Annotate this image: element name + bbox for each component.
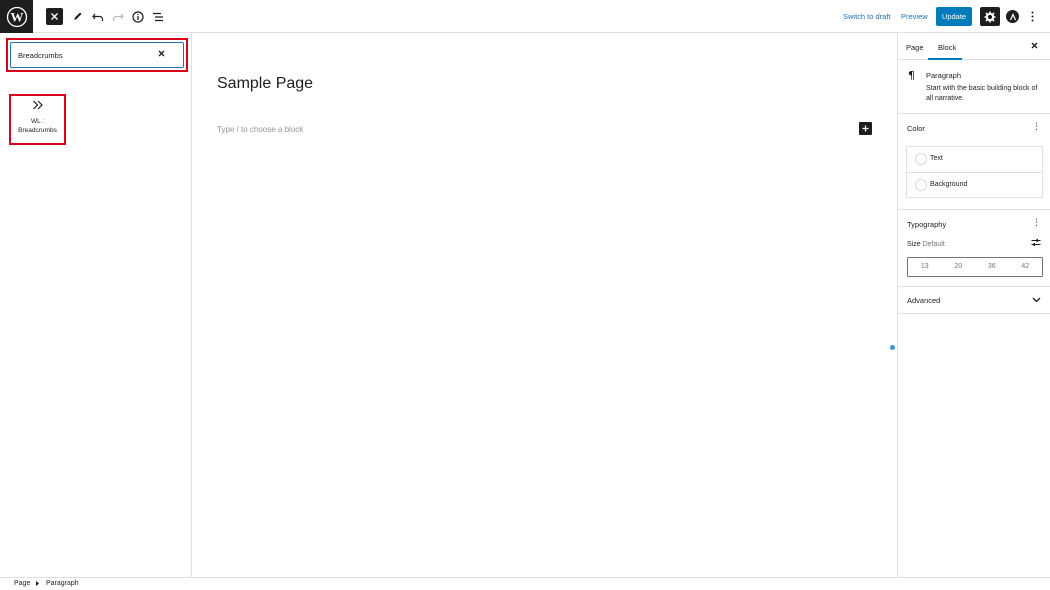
undo-button[interactable] xyxy=(89,8,106,25)
block-card: ¶ Paragraph Start with the basic buildin… xyxy=(898,60,1050,114)
font-size-option[interactable]: 36 xyxy=(975,258,1009,276)
font-size-value: Default xyxy=(922,241,945,248)
astra-logo-icon xyxy=(1009,12,1016,20)
double-chevron-right-icon xyxy=(32,100,43,110)
chevron-down-icon[interactable] xyxy=(1032,296,1041,305)
editor-header: W Switch to draft Preview Update xyxy=(0,0,1050,33)
block-result-wl-breadcrumbs[interactable]: WL : Breadcrumbs xyxy=(12,97,63,142)
chevron-right-icon xyxy=(35,579,40,590)
options-menu-button[interactable] xyxy=(1026,9,1038,24)
block-result-label-line2: Breadcrumbs xyxy=(18,126,57,134)
typography-options-icon[interactable]: ⋮ xyxy=(1032,219,1041,228)
wordpress-logo-icon[interactable]: W xyxy=(0,0,33,33)
font-size-custom-button[interactable] xyxy=(1031,238,1041,249)
editor-canvas: Sample Page Type / to choose a block xyxy=(192,33,897,577)
color-item-background[interactable]: Background xyxy=(907,173,1042,198)
panel-divider xyxy=(898,313,1050,314)
paragraph-icon: ¶ xyxy=(908,69,915,82)
settings-button[interactable] xyxy=(980,7,1000,26)
advanced-panel-header[interactable]: Advanced xyxy=(898,286,1050,316)
resize-indicator-dot xyxy=(890,345,895,350)
list-view-icon xyxy=(152,12,163,21)
color-options-icon[interactable]: ⋮ xyxy=(1032,123,1041,132)
close-inserter-button[interactable] xyxy=(46,8,63,25)
block-result-label: WL : Breadcrumbs xyxy=(12,118,63,135)
breadcrumb-item-page[interactable]: Page xyxy=(14,580,30,587)
block-search-field[interactable]: Breadcrumbs xyxy=(10,42,184,68)
block-card-description: Start with the basic building block of a… xyxy=(926,85,1038,102)
color-item-label: Text xyxy=(930,155,943,162)
font-size-label: Size Default xyxy=(907,241,945,248)
add-block-button[interactable] xyxy=(859,122,872,135)
font-size-option[interactable]: 20 xyxy=(942,258,976,276)
color-item-label: Background xyxy=(930,181,968,188)
info-icon xyxy=(131,10,144,23)
font-size-option[interactable]: 42 xyxy=(1009,258,1043,276)
redo-icon xyxy=(112,13,124,21)
svg-text:W: W xyxy=(10,9,23,24)
advanced-panel-title: Advanced xyxy=(907,296,941,305)
undo-icon xyxy=(91,13,103,21)
close-icon xyxy=(51,13,58,20)
sidebar-tabs: Page Block xyxy=(898,33,1050,60)
typography-panel-title: Typography xyxy=(907,220,947,229)
color-settings-list: Text Background xyxy=(906,146,1043,198)
font-size-picker: 13 20 36 42 xyxy=(907,257,1043,277)
close-sidebar-button[interactable] xyxy=(1031,41,1038,51)
page-title[interactable]: Sample Page xyxy=(217,75,313,93)
update-button[interactable]: Update xyxy=(936,7,972,26)
switch-to-draft-button[interactable]: Switch to draft xyxy=(843,12,891,21)
list-view-button[interactable] xyxy=(149,8,166,25)
tab-page[interactable]: Page xyxy=(906,43,924,52)
pencil-icon xyxy=(74,12,82,20)
color-panel-title: Color xyxy=(907,124,925,133)
typography-panel-header: Typography ⋮ xyxy=(898,210,1050,240)
color-swatch xyxy=(915,153,927,165)
breadcrumb: Page Paragraph xyxy=(0,577,1050,590)
block-card-title: Paragraph xyxy=(926,71,962,80)
more-vertical-icon xyxy=(1031,11,1033,22)
color-panel-header: Color ⋮ xyxy=(898,114,1050,144)
preview-button[interactable]: Preview xyxy=(901,12,928,21)
tab-block[interactable]: Block xyxy=(938,43,956,52)
close-icon xyxy=(1031,42,1038,49)
color-swatch xyxy=(915,179,927,191)
block-placeholder[interactable]: Type / to choose a block xyxy=(217,125,303,134)
block-result-label-line1: WL : xyxy=(30,118,45,125)
block-inserter-panel: Breadcrumbs WL : Breadcrumbs xyxy=(0,33,192,577)
details-button[interactable] xyxy=(129,8,146,25)
breadcrumb-item-paragraph[interactable]: Paragraph xyxy=(46,580,79,587)
tools-button[interactable] xyxy=(69,8,86,25)
astra-settings-button[interactable] xyxy=(1006,10,1019,23)
sliders-icon xyxy=(1031,239,1041,246)
color-item-text[interactable]: Text xyxy=(907,147,1042,172)
plus-icon xyxy=(862,125,869,132)
block-search-input[interactable]: Breadcrumbs xyxy=(18,51,63,60)
settings-sidebar: Page Block ¶ Paragraph Start with the ba… xyxy=(897,33,1050,577)
font-size-label-text: Size xyxy=(907,241,921,248)
redo-button[interactable] xyxy=(109,8,126,25)
font-size-option[interactable]: 13 xyxy=(908,258,942,276)
gear-icon xyxy=(984,11,996,22)
clear-search-icon[interactable] xyxy=(158,49,165,60)
